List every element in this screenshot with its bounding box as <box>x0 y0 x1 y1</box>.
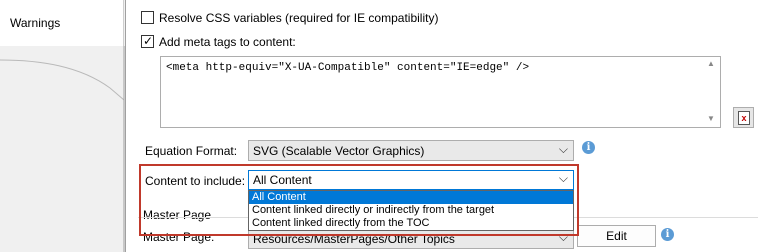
chevron-down-icon: ⌵ <box>558 142 568 156</box>
meta-tags-text: <meta http-equiv="X-UA-Compatible" conte… <box>166 62 530 74</box>
equation-format-label: Equation Format: <box>145 144 238 158</box>
check-icon: ✓ <box>143 34 154 48</box>
scroll-up-icon[interactable]: ▲ <box>707 59 715 68</box>
tab-slant-decoration <box>0 46 125 252</box>
add-meta-checkbox[interactable]: ✓ <box>141 34 154 48</box>
info-icon[interactable]: i <box>661 228 674 241</box>
scroll-down-icon[interactable]: ▼ <box>707 114 715 123</box>
resolve-css-label: Resolve CSS variables (required for IE c… <box>159 11 439 25</box>
tab-warnings-label: Warnings <box>10 16 61 30</box>
meta-tags-textarea[interactable]: <meta http-equiv="X-UA-Compatible" conte… <box>160 56 721 128</box>
edit-button[interactable]: Edit <box>577 225 656 247</box>
highlight-box <box>139 164 579 236</box>
tab-warnings[interactable]: Warnings <box>0 0 124 46</box>
excel-button[interactable]: x <box>733 107 754 128</box>
info-icon[interactable]: i <box>582 141 595 154</box>
resolve-css-checkbox[interactable] <box>141 11 154 24</box>
equation-format-select[interactable]: SVG (Scalable Vector Graphics) ⌵ <box>248 140 574 161</box>
add-meta-label: Add meta tags to content: <box>159 35 296 49</box>
excel-icon: x <box>738 111 750 125</box>
textarea-scrollbar[interactable]: ▲ ▼ <box>703 57 720 127</box>
equation-format-value: SVG (Scalable Vector Graphics) <box>253 144 425 158</box>
